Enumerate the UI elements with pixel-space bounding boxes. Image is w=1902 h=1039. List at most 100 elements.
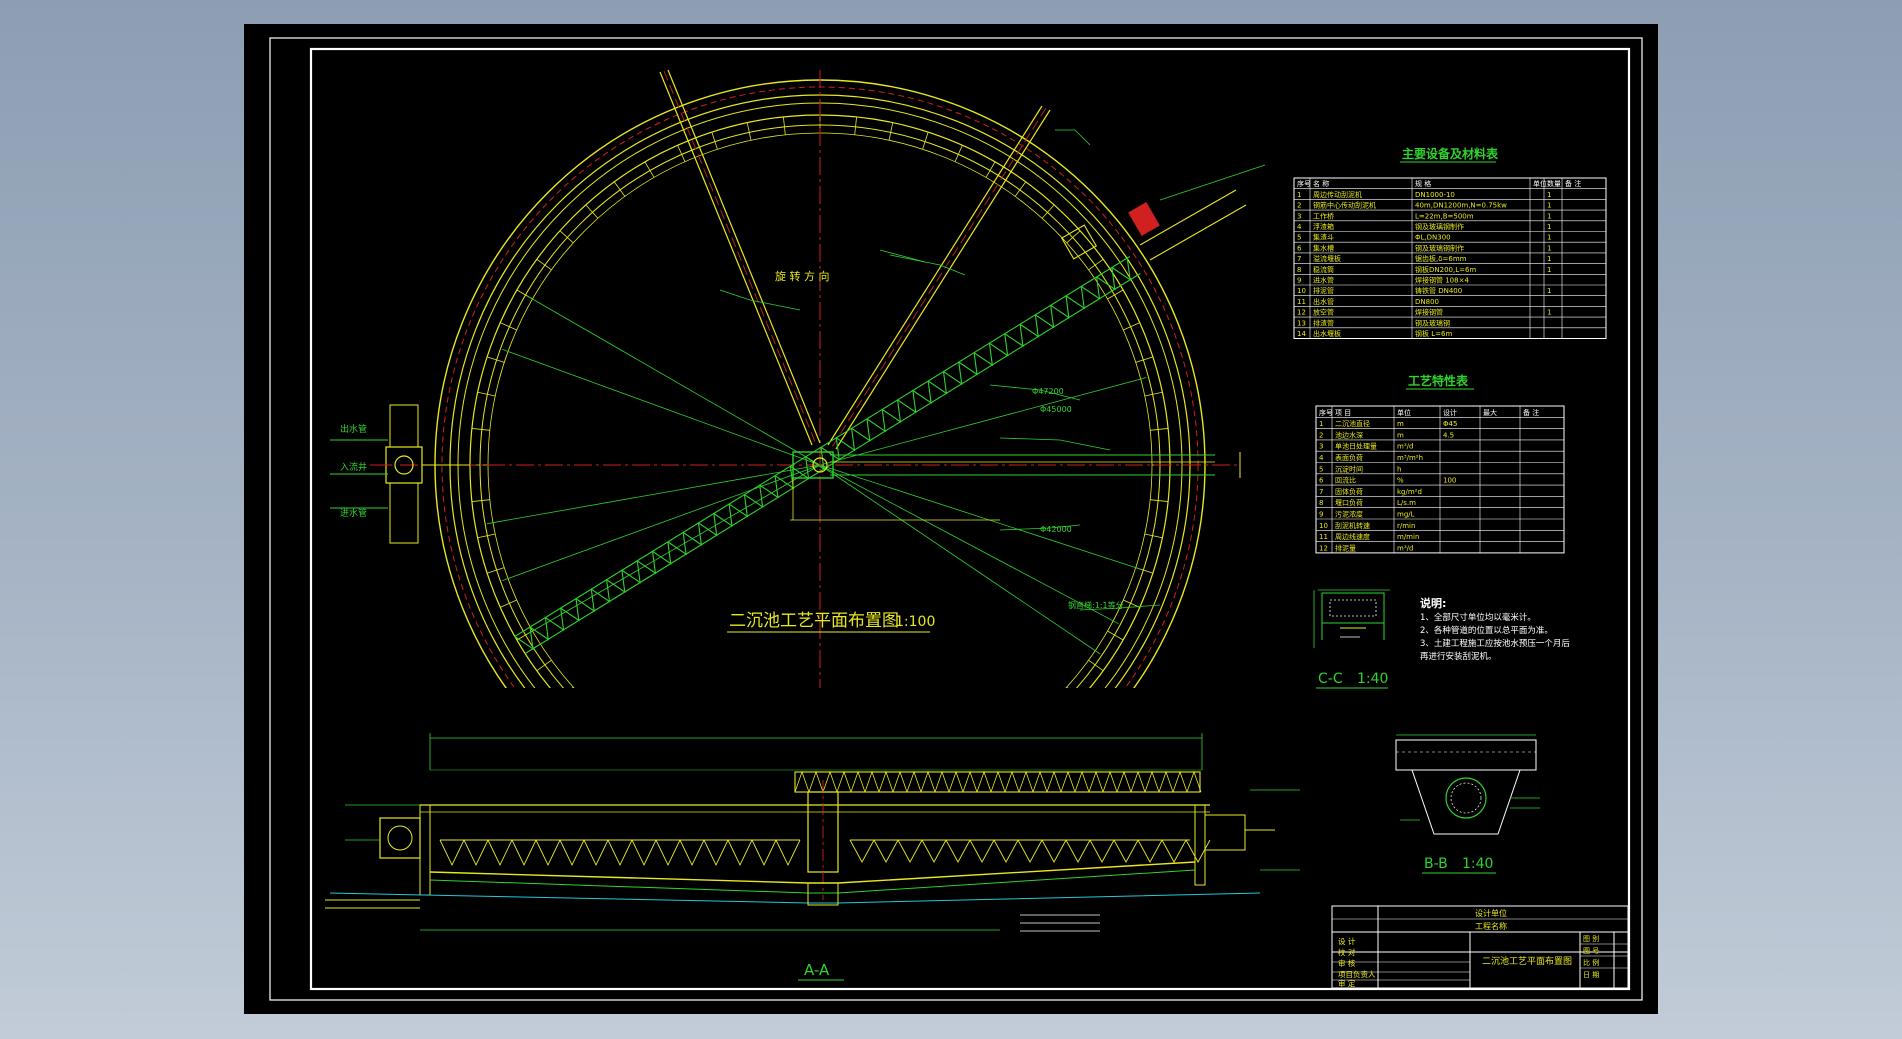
left-label-inlet: 进水管 xyxy=(340,507,367,519)
table-cell: 1 xyxy=(1547,244,1551,252)
cad-drawing: 旋 转 方 向 Φ47200 Φ45000 Φ42000 钢直梯:1:1等分 出… xyxy=(244,24,1658,1014)
table-cell: 刮泥机转速 xyxy=(1335,521,1370,530)
table-cell: 浮渣箱 xyxy=(1313,222,1334,231)
project-label: 工程名称 xyxy=(1475,921,1507,931)
table-cell: 2 xyxy=(1319,431,1323,439)
table-cell: 1 xyxy=(1319,420,1323,428)
section-aa-label: A-A xyxy=(804,961,830,979)
table-cell: 1 xyxy=(1547,287,1551,295)
table-cell: 40m,DN1200m,N=0.75kw xyxy=(1415,202,1507,210)
table-cell: m³/d xyxy=(1397,443,1413,451)
table-cell: 铸铁管 DN400 xyxy=(1415,286,1462,295)
table-cell: 周边线速度 xyxy=(1335,532,1370,541)
plan-scale: 1:100 xyxy=(895,614,935,630)
table-cell: 排泥量 xyxy=(1335,543,1356,552)
role-4: 项目负责人 xyxy=(1338,969,1376,979)
table-cell: 1 xyxy=(1297,191,1301,199)
table-cell: m xyxy=(1397,420,1404,428)
table-cell: L=22m,B=500m xyxy=(1415,212,1474,220)
role-3: 审 核 xyxy=(1338,958,1356,968)
table-cell: 13 xyxy=(1297,319,1306,327)
table-cell: 9 xyxy=(1297,277,1301,285)
table-cell: 钢及玻璃钢制作 xyxy=(1415,243,1464,252)
table-cell: 1 xyxy=(1547,266,1551,274)
table-cell: 1 xyxy=(1547,255,1551,263)
table-cell: 4 xyxy=(1297,223,1302,231)
table-cell: L/s.m xyxy=(1397,499,1416,507)
table-cell: 1 xyxy=(1547,202,1551,210)
section-cc-scale: 1:40 xyxy=(1357,671,1388,687)
table-cell: Φ45 xyxy=(1443,420,1457,428)
table-cell: m³/m²h xyxy=(1397,454,1423,462)
table-cell: 10 xyxy=(1297,287,1306,295)
table-cell: 工作桥 xyxy=(1313,211,1334,220)
meta-4: 日 期 xyxy=(1583,971,1599,979)
table-cell: 1 xyxy=(1547,309,1551,317)
table-cell: m/min xyxy=(1397,533,1419,541)
table-cell: 锯齿板,δ=6mm xyxy=(1415,254,1467,263)
table-cell: m³/d xyxy=(1397,544,1413,552)
design-unit-label: 设计单位 xyxy=(1475,908,1507,918)
left-label-well: 入流井 xyxy=(340,461,367,473)
table-header-cell: 单位 xyxy=(1533,179,1547,188)
table-header-cell: 单位 xyxy=(1397,408,1411,417)
table-cell: 12 xyxy=(1319,544,1328,552)
meta-1: 图 别 xyxy=(1583,934,1599,943)
table-cell: 钢筋中心传动刮泥机 xyxy=(1313,201,1376,210)
table-header-cell: 规 格 xyxy=(1415,179,1431,188)
table-header-cell: 设计 xyxy=(1443,408,1457,417)
table-cell: 钢板DN200,L=6m xyxy=(1415,265,1476,274)
role-1: 设 计 xyxy=(1338,936,1356,946)
note-4: 再进行安装刮泥机。 xyxy=(1420,651,1497,662)
table-cell: 1 xyxy=(1547,223,1551,231)
table-header-cell: 备 注 xyxy=(1565,179,1581,188)
table-cell: 3 xyxy=(1297,212,1301,220)
drawing-name: 二沉池工艺平面布置图 xyxy=(1482,955,1572,967)
table-cell: 二沉池直径 xyxy=(1335,419,1370,428)
table-header-cell: 数量 xyxy=(1547,179,1561,188)
table-cell: 钢及玻璃钢制作 xyxy=(1415,222,1464,231)
table-cell: 焊接钢管 108×4 xyxy=(1415,276,1469,285)
role-2: 校 对 xyxy=(1338,947,1356,957)
table-cell: 6 xyxy=(1319,477,1324,485)
table-cell: r/min xyxy=(1397,522,1415,530)
table-cell: 周边传动刮泥机 xyxy=(1313,190,1362,199)
table-cell: 钢及玻璃钢 xyxy=(1415,318,1450,327)
note-2: 2、各种管道的位置以总平面为准。 xyxy=(1420,625,1553,636)
left-label-outlet: 出水管 xyxy=(340,423,367,435)
table-cell: 放空管 xyxy=(1313,308,1334,317)
table-cell: 焊接钢管 xyxy=(1415,308,1443,317)
table-header-cell: 序号 xyxy=(1319,408,1333,417)
section-bb-scale: 1:40 xyxy=(1462,856,1493,872)
cad-viewer-viewport[interactable]: 旋 转 方 向 Φ47200 Φ45000 Φ42000 钢直梯:1:1等分 出… xyxy=(0,0,1902,1039)
table-cell: 9 xyxy=(1319,511,1323,519)
table-cell: 8 xyxy=(1319,499,1323,507)
table-cell: 4.5 xyxy=(1443,431,1454,439)
role-5: 审 定 xyxy=(1338,978,1356,988)
table-cell: 4 xyxy=(1319,454,1324,462)
table-cell: 排渣管 xyxy=(1313,318,1334,327)
table-cell: ΦL,DN300 xyxy=(1415,234,1451,242)
table-cell: 排泥管 xyxy=(1313,286,1334,295)
plan-title: 二沉池工艺平面布置图 xyxy=(729,611,899,631)
table-cell: 固体负荷 xyxy=(1335,487,1363,496)
note-3: 3、土建工程施工应按池水预压一个月后 xyxy=(1420,638,1570,649)
table-cell: 单池日处理量 xyxy=(1335,442,1377,451)
table-header-cell: 名 称 xyxy=(1313,179,1329,188)
table-cell: DN1000-10 xyxy=(1415,191,1455,199)
table-cell: 11 xyxy=(1319,533,1328,541)
table-cell: 钢板 L=6m xyxy=(1415,329,1452,338)
section-cc-label: C-C xyxy=(1318,671,1343,687)
table-cell: 稳流筒 xyxy=(1313,265,1334,274)
table-cell: 5 xyxy=(1319,465,1323,473)
table-cell: 1 xyxy=(1547,191,1551,199)
table-cell: % xyxy=(1397,477,1404,485)
table-header-cell: 最大 xyxy=(1483,408,1497,417)
table-header-cell: 序号 xyxy=(1297,179,1311,188)
meta-3: 比 例 xyxy=(1583,958,1599,967)
table-cell: 7 xyxy=(1319,488,1323,496)
table-cell: 1 xyxy=(1547,212,1551,220)
table-cell: 集水槽 xyxy=(1313,243,1334,252)
diameter-label-1: Φ47200 xyxy=(1032,387,1064,396)
rotation-direction-label: 旋 转 方 向 xyxy=(775,269,830,283)
